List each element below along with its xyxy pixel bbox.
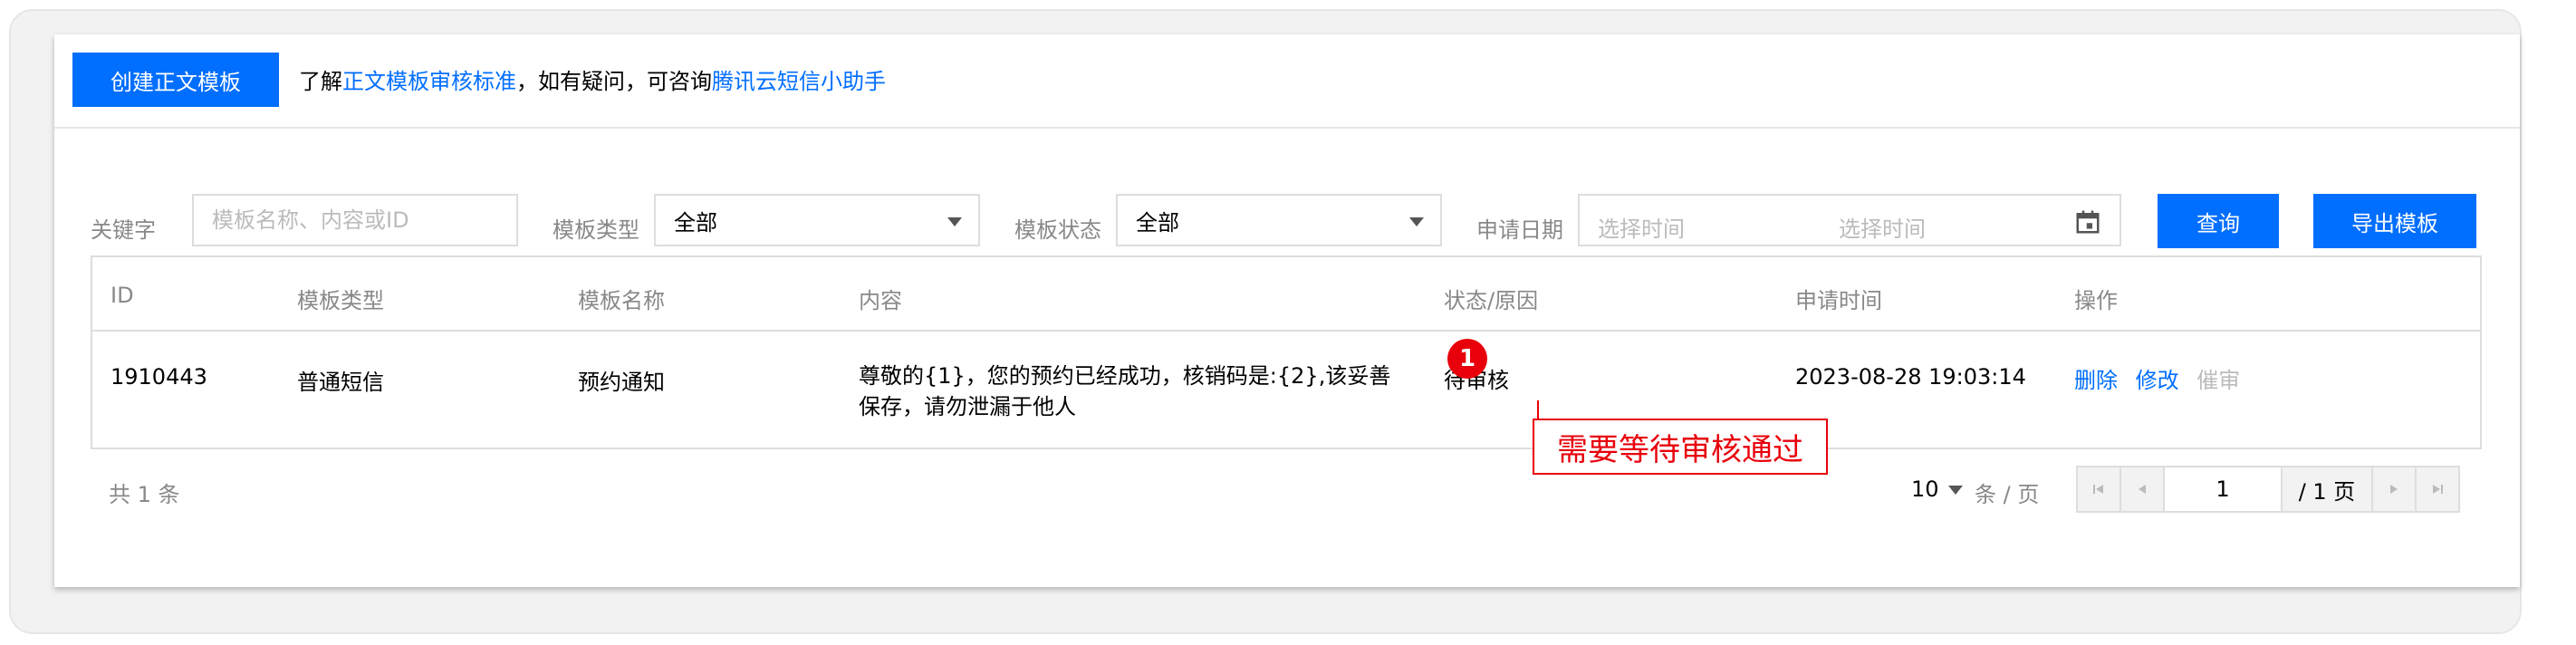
annotation-leader-line [1537, 400, 1539, 455]
annotation-badge: 1 [1447, 339, 1487, 379]
annotation-callout: 需要等待审核通过 [1533, 419, 1828, 475]
